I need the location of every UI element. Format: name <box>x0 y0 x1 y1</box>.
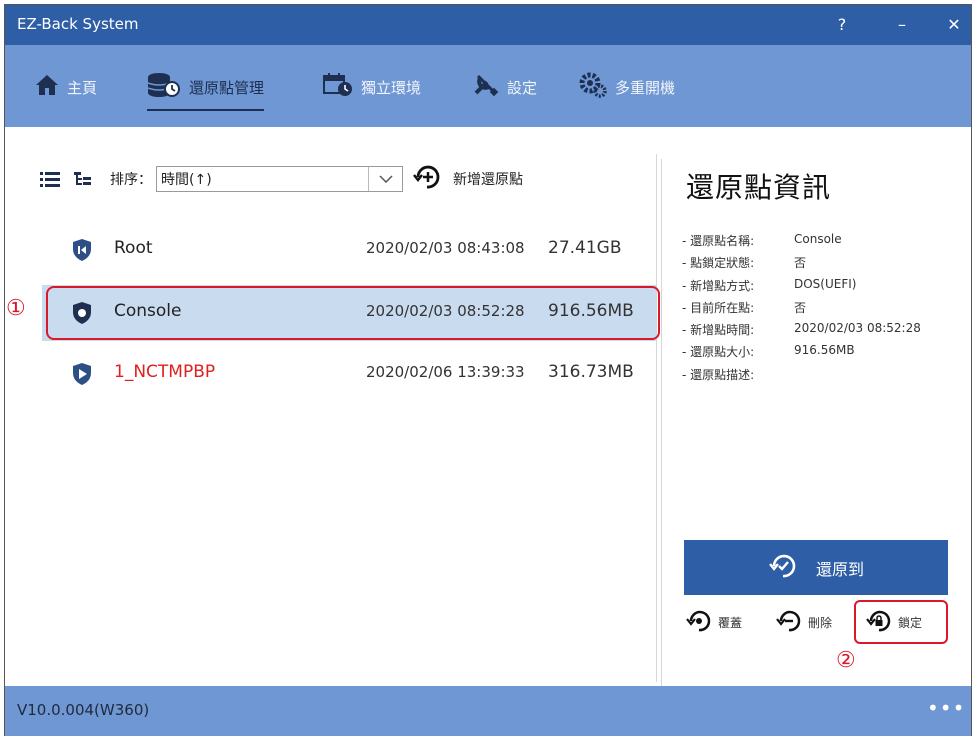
shield-dot-icon <box>72 301 92 329</box>
restore-point-name: Root <box>114 238 153 258</box>
info-key: - 目前所在點: <box>682 300 755 315</box>
root-shield-icon <box>72 238 92 266</box>
sort-selected-value: 時間(↑) <box>161 172 212 188</box>
database-restore-icon <box>147 72 189 102</box>
nav-settings[interactable]: 設定 <box>473 67 537 107</box>
close-button[interactable]: ✕ <box>939 11 969 39</box>
restore-check-icon <box>768 551 816 585</box>
info-row: - 點鎖定狀態: 否 <box>682 254 921 276</box>
panel-divider-line <box>656 154 657 682</box>
restore-point-time: 2020/02/03 08:43:08 <box>366 239 525 257</box>
nav-settings-label: 設定 <box>507 78 538 97</box>
info-row: - 還原點名稱: Console <box>682 232 921 254</box>
info-value: 否 <box>794 300 807 315</box>
nav-home[interactable]: 主頁 <box>35 67 97 107</box>
chevron-down-icon[interactable] <box>368 167 402 191</box>
restore-point-row-selected[interactable]: Console 2020/02/03 08:52:28 916.56MB <box>42 285 656 341</box>
restore-point-info-list: - 還原點名稱: Console - 點鎖定狀態: 否 - 新增點方式: DOS(UE… <box>682 232 921 388</box>
restore-point-size: 916.56MB <box>548 301 634 321</box>
overwrite-label: 覆蓋 <box>718 616 743 630</box>
restore-point-row[interactable]: 1_NCTMPBP 2020/02/06 13:39:33 316.73MB <box>42 346 656 402</box>
main-nav: 主頁 還原點管理 獨立環境 設定 多重開機 <box>5 45 971 127</box>
info-row: - 新增點方式: DOS(UEFI) <box>682 277 921 299</box>
restore-to-label: 還原到 <box>815 559 864 579</box>
info-row: - 還原點大小: 916.56MB <box>682 343 921 365</box>
info-value: Console <box>794 232 842 246</box>
tree-view-icon[interactable] <box>74 170 92 188</box>
restore-point-info-title: 還原點資訊 <box>686 171 832 204</box>
calendar-icon <box>323 73 361 101</box>
add-restore-point-icon <box>413 163 453 195</box>
status-footer: V10.0.004(W360) ••• <box>5 686 971 736</box>
active-tab-indicator <box>147 109 265 111</box>
delete-button[interactable]: 刪除 <box>776 608 832 637</box>
title-bar: EZ-Back System ? – ✕ <box>5 5 971 45</box>
nav-home-label: 主頁 <box>67 78 98 97</box>
info-key: - 新增點方式: <box>682 278 755 293</box>
window-title: EZ-Back System <box>17 15 139 33</box>
restore-point-time: 2020/02/06 13:39:33 <box>366 363 525 381</box>
nav-multi-boot-label: 多重開機 <box>615 78 676 97</box>
info-row: - 新增點時間: 2020/02/03 08:52:28 <box>682 321 921 343</box>
restore-point-time: 2020/02/03 08:52:28 <box>366 302 525 320</box>
delete-label: 刪除 <box>808 616 833 630</box>
minimize-button[interactable]: – <box>887 11 917 39</box>
panel-divider <box>661 159 662 687</box>
add-restore-point-button[interactable]: 新增還原點 <box>413 163 523 195</box>
lock-button[interactable]: 鎖定 <box>866 608 922 637</box>
overwrite-button[interactable]: 覆蓋 <box>686 608 742 637</box>
info-key: - 還原點描述: <box>682 367 755 382</box>
info-key: - 點鎖定狀態: <box>682 256 755 271</box>
more-options-button[interactable]: ••• <box>927 696 964 724</box>
info-value: 916.56MB <box>794 343 855 358</box>
info-value: DOS(UEFI) <box>794 276 857 291</box>
list-toolbar: 排序： 時間(↑) 新增還原點 <box>40 164 523 194</box>
add-restore-point-label: 新增還原點 <box>453 172 523 188</box>
info-key: - 還原點大小: <box>682 345 755 360</box>
restore-to-button[interactable]: 還原到 <box>684 540 948 595</box>
info-row: - 目前所在點: 否 <box>682 299 921 321</box>
shield-play-icon <box>72 362 92 390</box>
annotation-marker-2: ② <box>836 648 856 673</box>
restore-point-size: 27.41GB <box>548 238 622 258</box>
restore-point-name: 1_NCTMPBP <box>114 362 216 382</box>
info-row: - 還原點描述: <box>682 366 921 388</box>
restore-point-size: 316.73MB <box>548 362 634 382</box>
lock-icon <box>866 608 898 637</box>
info-value: 否 <box>794 256 807 271</box>
nav-independent-environment[interactable]: 獨立環境 <box>323 67 421 107</box>
overwrite-icon <box>686 608 718 637</box>
restore-point-row[interactable]: Root 2020/02/03 08:43:08 27.41GB <box>42 222 656 278</box>
info-key: - 還原點名稱: <box>682 234 755 248</box>
nav-restore-point-management[interactable]: 還原點管理 <box>147 67 265 111</box>
sort-label: 排序： <box>110 172 152 188</box>
delete-icon <box>776 608 808 637</box>
list-view-icon[interactable] <box>40 170 60 188</box>
version-label: V10.0.004(W360) <box>17 701 150 719</box>
nav-multi-boot[interactable]: 多重開機 <box>579 67 675 107</box>
home-icon <box>35 74 67 100</box>
annotation-marker-1: ① <box>6 296 26 321</box>
tools-icon <box>473 73 507 101</box>
info-key: - 新增點時間: <box>682 323 755 338</box>
help-button[interactable]: ? <box>827 11 857 39</box>
sort-select[interactable]: 時間(↑) <box>156 166 403 192</box>
info-value: 2020/02/03 08:52:28 <box>794 321 921 336</box>
restore-point-name: Console <box>114 301 182 321</box>
nav-independent-environment-label: 獨立環境 <box>361 78 422 97</box>
nav-restore-point-management-label: 還原點管理 <box>189 78 265 97</box>
gears-icon <box>579 72 615 102</box>
lock-label: 鎖定 <box>898 616 923 630</box>
